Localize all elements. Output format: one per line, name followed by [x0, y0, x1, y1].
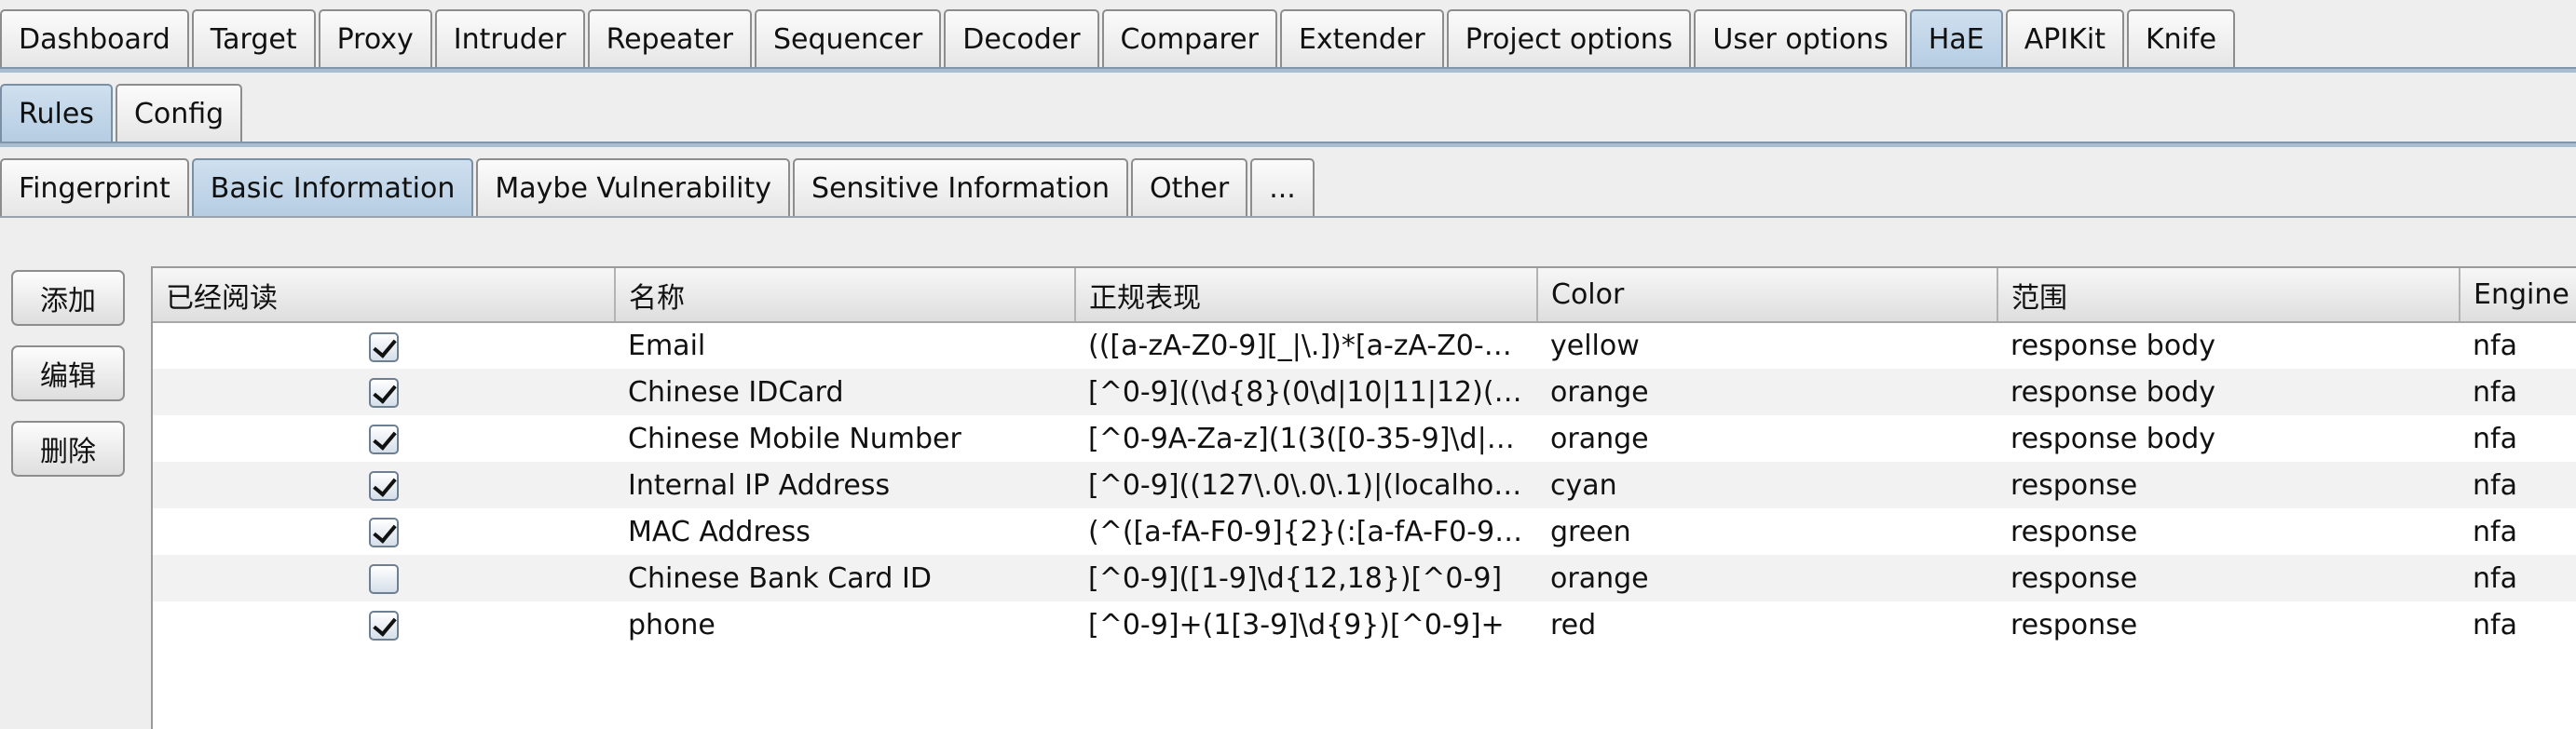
regex-cell: [^0-9]((\d{8}(0\d|10|11|12)([0-2]\... — [1075, 369, 1537, 415]
rules-tab-bar: Rules Config — [0, 84, 245, 142]
regex-cell: [^0-9]+(1[3-9]\d{9})[^0-9]+ — [1075, 601, 1537, 648]
column-header-name[interactable]: 名称 — [615, 268, 1076, 323]
tab-knife[interactable]: Knife — [2126, 9, 2236, 67]
tab-target[interactable]: Target — [191, 9, 316, 67]
category-tab-divider — [0, 216, 2576, 218]
table-header-row: 已经阅读 名称 正规表现 Color 范围 Engine — [153, 268, 2576, 323]
name-cell: Chinese IDCard — [615, 369, 1075, 415]
engine-cell: nfa — [2460, 555, 2576, 601]
tab-basic-information[interactable]: Basic Information — [191, 158, 474, 216]
category-tab-bar: Fingerprint Basic Information Maybe Vulner… — [0, 158, 1317, 216]
table-row[interactable]: Chinese Mobile Number [^0-9A-Za-z](1(3([0… — [153, 415, 2576, 462]
tab-maybe-vulnerability[interactable]: Maybe Vulnerability — [476, 158, 791, 216]
engine-cell: nfa — [2460, 462, 2576, 508]
read-checkbox[interactable] — [369, 425, 399, 454]
regex-cell: [^0-9]([1-9]\d{12,18})[^0-9] — [1075, 555, 1537, 601]
tab-intruder[interactable]: Intruder — [434, 9, 585, 67]
tab-user-options[interactable]: User options — [1694, 9, 1907, 67]
read-cell — [153, 415, 615, 462]
color-cell: orange — [1537, 415, 1997, 462]
tab-decoder[interactable]: Decoder — [944, 9, 1099, 67]
add-button[interactable]: 添加 — [11, 270, 125, 326]
main-tab-divider — [0, 67, 2576, 73]
table-row[interactable]: Chinese Bank Card ID [^0-9]([1-9]\d{12,18… — [153, 555, 2576, 601]
tab-more[interactable]: ... — [1250, 158, 1315, 216]
engine-cell: nfa — [2460, 322, 2576, 369]
tab-sequencer[interactable]: Sequencer — [754, 9, 942, 67]
scope-cell: response — [1997, 555, 2460, 601]
engine-cell: nfa — [2460, 508, 2576, 555]
tab-rules[interactable]: Rules — [0, 84, 113, 142]
regex-cell: [^0-9]((127\.0\.0\.1)|(localhost)|... — [1075, 462, 1537, 508]
name-cell: phone — [615, 601, 1075, 648]
scope-cell: response body — [1997, 369, 2460, 415]
read-checkbox[interactable] — [369, 564, 399, 594]
scope-cell: response — [1997, 508, 2460, 555]
read-cell — [153, 369, 615, 415]
delete-button[interactable]: 删除 — [11, 421, 125, 477]
column-header-engine[interactable]: Engine — [2460, 268, 2576, 323]
column-header-regex[interactable]: 正规表现 — [1075, 268, 1538, 323]
scope-cell: response — [1997, 601, 2460, 648]
column-header-scope[interactable]: 范围 — [1997, 268, 2460, 323]
tab-repeater[interactable]: Repeater — [587, 9, 752, 67]
scope-cell: response body — [1997, 322, 2460, 369]
scope-cell: response body — [1997, 415, 2460, 462]
name-cell: Chinese Mobile Number — [615, 415, 1075, 462]
regex-cell: [^0-9A-Za-z](1(3([0-35-9]\d|4[1-... — [1075, 415, 1537, 462]
read-checkbox[interactable] — [369, 471, 399, 501]
column-header-read[interactable]: 已经阅读 — [153, 268, 616, 323]
read-checkbox[interactable] — [369, 331, 399, 362]
color-cell: orange — [1537, 555, 1997, 601]
tab-project-options[interactable]: Project options — [1446, 9, 1692, 67]
name-cell: Email — [615, 322, 1075, 369]
color-cell: orange — [1537, 369, 1997, 415]
read-cell — [153, 601, 615, 648]
regex-cell: (([a-zA-Z0-9][_|\.])*[a-zA-Z0-9]... — [1075, 322, 1537, 369]
rules-table: 已经阅读 名称 正规表现 Color 范围 Engine Email (([a-z… — [151, 266, 2576, 729]
name-cell: Internal IP Address — [615, 462, 1075, 508]
read-cell — [153, 322, 615, 369]
color-cell: red — [1537, 601, 1997, 648]
edit-button[interactable]: 编辑 — [11, 345, 125, 401]
burp-window: Dashboard Target Proxy Intruder Repeater Sequ… — [0, 0, 2576, 729]
tab-comparer[interactable]: Comparer — [1101, 9, 1277, 67]
read-cell — [153, 555, 615, 601]
name-cell: MAC Address — [615, 508, 1075, 555]
read-checkbox[interactable] — [369, 518, 399, 547]
read-checkbox[interactable] — [369, 378, 399, 408]
tab-other[interactable]: Other — [1131, 158, 1248, 216]
regex-cell: (^([a-fA-F0-9]{2}(:[a-fA-F0-9]{2}... — [1075, 508, 1537, 555]
tab-fingerprint[interactable]: Fingerprint — [0, 158, 189, 216]
read-cell — [153, 508, 615, 555]
table-row[interactable]: Chinese IDCard [^0-9]((\d{8}(0\d|10|11|12… — [153, 369, 2576, 415]
tab-extender[interactable]: Extender — [1279, 9, 1444, 67]
read-checkbox[interactable] — [369, 611, 399, 641]
color-cell: green — [1537, 508, 1997, 555]
tab-proxy[interactable]: Proxy — [318, 9, 432, 67]
column-header-color[interactable]: Color — [1537, 268, 1998, 323]
name-cell: Chinese Bank Card ID — [615, 555, 1075, 601]
main-tab-bar: Dashboard Target Proxy Intruder Repeater Sequ… — [0, 9, 2238, 67]
color-cell: yellow — [1537, 322, 1997, 369]
tab-apikit[interactable]: APIKit — [2005, 9, 2124, 67]
table-row[interactable]: phone [^0-9]+(1[3-9]\d{9})[^0-9]+ red respo… — [153, 601, 2576, 648]
tab-config[interactable]: Config — [115, 84, 243, 142]
tab-dashboard[interactable]: Dashboard — [0, 9, 189, 67]
table-row[interactable]: MAC Address (^([a-fA-F0-9]{2}(:[a-fA-F0-9… — [153, 508, 2576, 555]
engine-cell: nfa — [2460, 415, 2576, 462]
tab-sensitive-information[interactable]: Sensitive Information — [793, 158, 1129, 216]
scope-cell: response — [1997, 462, 2460, 508]
engine-cell: nfa — [2460, 369, 2576, 415]
rules-tab-divider — [0, 142, 2576, 147]
engine-cell: nfa — [2460, 601, 2576, 648]
read-cell — [153, 462, 615, 508]
table-row[interactable]: Email (([a-zA-Z0-9][_|\.])*[a-zA-Z0-9]...… — [153, 322, 2576, 369]
table-row[interactable]: Internal IP Address [^0-9]((127\.0\.0\.1)… — [153, 462, 2576, 508]
tab-hae[interactable]: HaE — [1909, 9, 2003, 67]
color-cell: cyan — [1537, 462, 1997, 508]
table-body: Email (([a-zA-Z0-9][_|\.])*[a-zA-Z0-9]...… — [153, 322, 2576, 648]
